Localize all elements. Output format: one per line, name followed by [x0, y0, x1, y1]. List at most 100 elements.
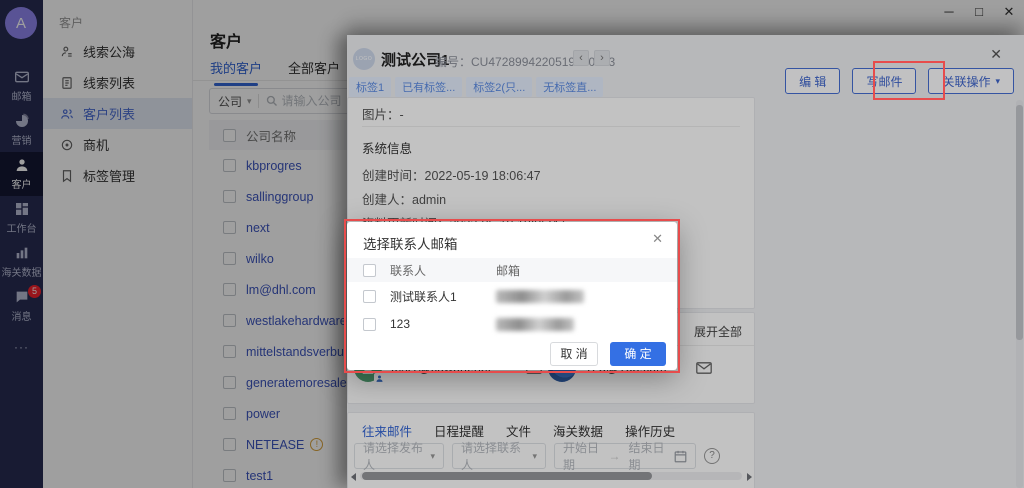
row-checkbox[interactable]: [223, 345, 236, 358]
confirm-button[interactable]: 确 定: [610, 342, 666, 366]
rail-item-customer[interactable]: 客户: [0, 152, 43, 196]
tag[interactable]: 标签1: [349, 77, 391, 97]
bookmark-icon: [60, 169, 74, 183]
row-checkbox[interactable]: [223, 376, 236, 389]
select-all-checkbox[interactable]: [363, 264, 376, 277]
company-link[interactable]: generatemoresale: [246, 376, 347, 390]
app-window: A 邮箱 营销 客户 工作台: [0, 0, 1024, 488]
tag[interactable]: 已有标签...: [395, 77, 462, 97]
send-email-icon[interactable]: [696, 362, 712, 374]
tag[interactable]: 无标签直...: [536, 77, 603, 97]
image-value: -: [400, 108, 404, 122]
scroll-left-arrow[interactable]: [351, 473, 356, 481]
creator-row: 创建人：admin: [362, 189, 446, 208]
company-link[interactable]: NETEASE: [246, 438, 304, 452]
next-record-button[interactable]: ›: [594, 50, 610, 66]
close-window-button[interactable]: ✕: [1002, 4, 1016, 20]
pie-chart-icon: [14, 113, 30, 129]
row-checkbox[interactable]: [223, 159, 236, 172]
date-range-picker[interactable]: 开始日期 → 结束日期: [554, 443, 696, 469]
company-link[interactable]: next: [246, 221, 270, 235]
horizontal-scrollbar[interactable]: [360, 472, 742, 480]
row-checkbox[interactable]: [223, 314, 236, 327]
write-email-button[interactable]: 写邮件: [852, 68, 916, 94]
list-tabs: 我的客户 全部客户: [210, 58, 340, 77]
rail-item-mail[interactable]: 邮箱: [0, 64, 43, 108]
image-label: 图片：: [362, 108, 400, 122]
row-checkbox[interactable]: [223, 283, 236, 296]
sidebar-item-lead-pool[interactable]: 线索公海: [43, 36, 192, 67]
created-label: 创建时间：: [362, 169, 425, 183]
help-icon[interactable]: ?: [704, 448, 720, 464]
record-nav: ‹ ›: [573, 50, 610, 66]
sidebar-item-label: 客户列表: [83, 104, 135, 123]
company-link[interactable]: test1: [246, 469, 273, 483]
company-link[interactable]: power: [246, 407, 280, 421]
row-checkbox[interactable]: [223, 252, 236, 265]
tab-customs-data[interactable]: 海关数据: [553, 421, 603, 440]
contact-placeholder: 请选择联系人: [461, 439, 532, 473]
tab-emails[interactable]: 往来邮件: [362, 421, 412, 440]
row-checkbox[interactable]: [223, 438, 236, 451]
start-date-placeholder: 开始日期: [563, 439, 601, 473]
created-time-row: 创建时间：2022-05-19 18:06:47: [362, 165, 541, 184]
tab-my-customers[interactable]: 我的客户: [210, 58, 262, 77]
filter-field-select[interactable]: 公司: [210, 93, 247, 110]
tab-files[interactable]: 文件: [506, 421, 531, 440]
scrollbar-thumb[interactable]: [362, 472, 652, 480]
avatar[interactable]: A: [5, 7, 37, 39]
scroll-right-arrow[interactable]: [747, 473, 752, 481]
rail-item-label: 工作台: [7, 220, 37, 235]
company-link[interactable]: wilko: [246, 252, 274, 266]
tab-schedule[interactable]: 日程提醒: [434, 421, 484, 440]
sidebar: 客户 线索公海 线索列表 客户列表 商机: [43, 0, 193, 488]
tag-list: 标签1 已有标签... 标签2(只... 无标签直...: [349, 77, 603, 97]
divider: [362, 126, 740, 127]
rail-item-messages[interactable]: 消息 5: [0, 284, 43, 328]
related-actions-button[interactable]: 关联操作▾: [928, 68, 1014, 94]
row-checkbox[interactable]: [363, 318, 376, 331]
sidebar-item-lead-list[interactable]: 线索列表: [43, 67, 192, 98]
rail-more-button[interactable]: ···: [0, 340, 43, 354]
select-all-checkbox[interactable]: [223, 129, 236, 142]
sidebar-item-tag-management[interactable]: 标签管理: [43, 160, 192, 191]
sender-select[interactable]: 请选择发布人▾: [354, 443, 444, 469]
target-icon: [60, 138, 74, 152]
tab-history[interactable]: 操作历史: [625, 421, 675, 440]
correspondence-card: 往来邮件 日程提醒 文件 海关数据 操作历史 请选择发布人▾ 请选择联系人▾ 开…: [347, 412, 755, 488]
company-link[interactable]: mittelstandsverbu: [246, 345, 344, 359]
rail-item-workbench[interactable]: 工作台: [0, 196, 43, 240]
maximize-button[interactable]: □: [972, 4, 986, 20]
prev-record-button[interactable]: ‹: [573, 50, 589, 66]
close-drawer-icon[interactable]: ✕: [990, 46, 1002, 63]
row-checkbox[interactable]: [223, 469, 236, 482]
rail-item-marketing[interactable]: 营销: [0, 108, 43, 152]
row-checkbox[interactable]: [223, 407, 236, 420]
sidebar-item-customer-list[interactable]: 客户列表: [43, 98, 192, 129]
rail-item-customs-data[interactable]: 海关数据: [0, 240, 43, 284]
grid-icon: [14, 201, 30, 217]
close-modal-icon[interactable]: ✕: [652, 231, 663, 247]
row-checkbox[interactable]: [223, 190, 236, 203]
tab-all-customers[interactable]: 全部客户: [288, 58, 340, 77]
company-link[interactable]: kbprogres: [246, 159, 302, 173]
company-link[interactable]: sallinggroup: [246, 190, 313, 204]
scrollbar-thumb[interactable]: [1016, 105, 1023, 340]
warning-icon: !: [310, 438, 323, 451]
vertical-scrollbar[interactable]: [1016, 100, 1023, 488]
contact-select[interactable]: 请选择联系人▾: [452, 443, 546, 469]
tag[interactable]: 标签2(只...: [466, 77, 532, 97]
related-actions-label: 关联操作: [942, 73, 990, 90]
rail-item-label: 营销: [12, 132, 32, 147]
modal-contact-row: 123: [347, 310, 677, 338]
cancel-button[interactable]: 取 消: [550, 342, 598, 366]
expand-all-button[interactable]: 展开全部: [694, 323, 742, 340]
row-checkbox[interactable]: [363, 290, 376, 303]
sidebar-item-opportunity[interactable]: 商机: [43, 129, 192, 160]
rail-item-label: 客户: [12, 176, 32, 191]
edit-button[interactable]: 编 辑: [785, 68, 840, 94]
company-link[interactable]: westlakehardware: [246, 314, 347, 328]
row-checkbox[interactable]: [223, 221, 236, 234]
minimize-button[interactable]: ─: [942, 4, 956, 20]
company-link[interactable]: lm@dhl.com: [246, 283, 316, 297]
